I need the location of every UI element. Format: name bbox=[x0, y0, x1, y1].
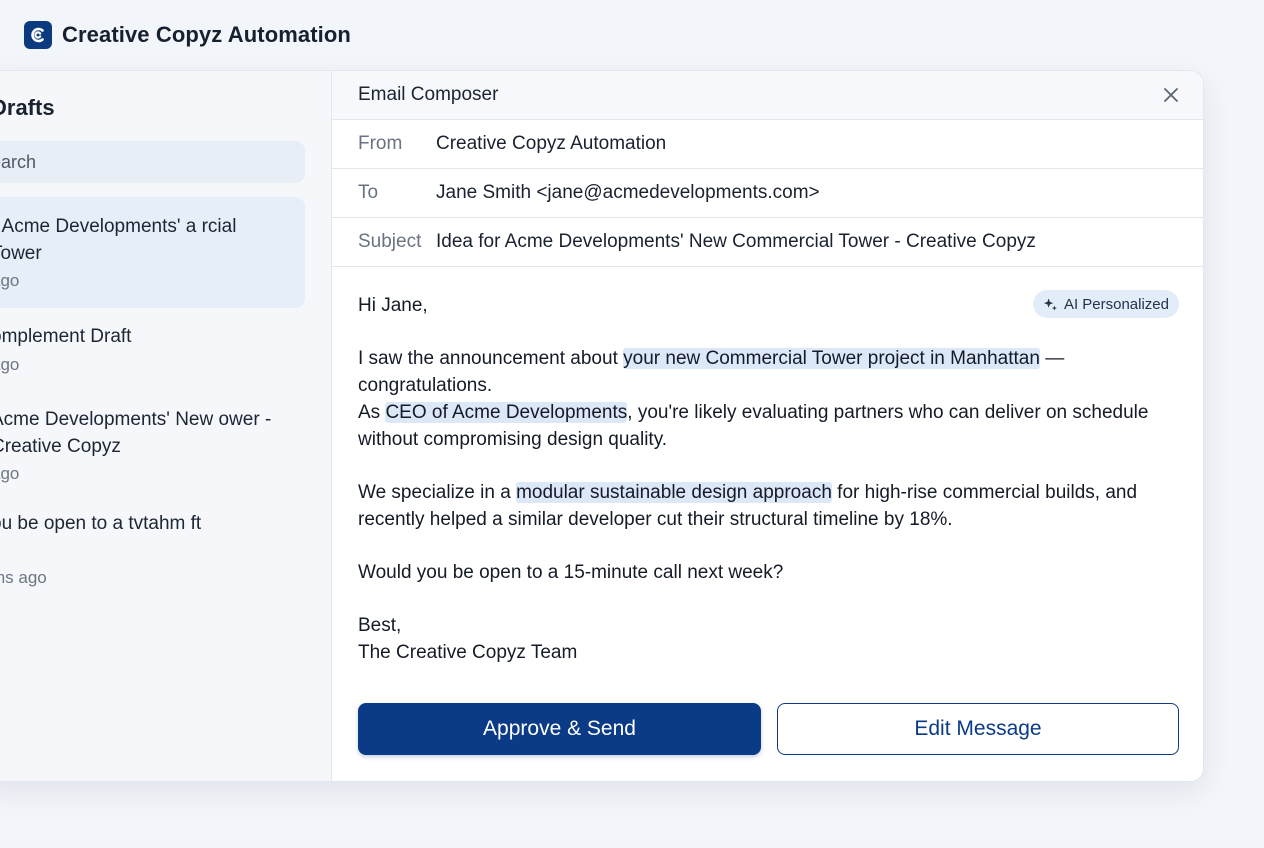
composer-header: Email Composer bbox=[332, 71, 1203, 120]
search-input[interactable] bbox=[0, 141, 305, 183]
subject-row: Subject Idea for Acme Developments' New … bbox=[332, 218, 1203, 267]
draft-title: Acme Developments' New ower - Creative C… bbox=[0, 409, 272, 457]
body-text: for high-rise commercial builds, and rec… bbox=[358, 481, 1138, 664]
from-value[interactable]: Creative Copyz Automation bbox=[436, 133, 666, 155]
body-text: I saw the announcement about bbox=[358, 348, 624, 370]
draft-item[interactable]: Acme Developments' New ower - Creative C… bbox=[0, 394, 305, 489]
main-card: Drafts r Acme Developments' a rcial Towe… bbox=[0, 70, 1204, 782]
draft-title: r Acme Developments' a rcial Tower bbox=[0, 216, 237, 264]
app-logo-icon bbox=[24, 21, 52, 49]
draft-item[interactable]: r Acme Developments' a rcial Tower ago bbox=[0, 197, 305, 308]
personalized-highlight: CEO of Acme Developments bbox=[385, 401, 628, 423]
to-field[interactable]: Jane Smith <jane@acmedevelopments.com> bbox=[436, 182, 820, 204]
draft-title: omplement Draft bbox=[0, 326, 132, 347]
email-body[interactable]: Hi Jane, I saw the announcement about yo… bbox=[358, 293, 1158, 667]
personalized-highlight: your new Commercial Tower project in Man… bbox=[623, 348, 1040, 370]
ai-personalized-badge: AI Personalized bbox=[1032, 290, 1179, 318]
email-composer: Email Composer From Creative Copyz Autom… bbox=[332, 71, 1203, 781]
to-row: To Jane Smith <jane@acmedevelopments.com… bbox=[332, 169, 1203, 218]
close-button[interactable] bbox=[1159, 83, 1183, 107]
sidebar-title: Drafts bbox=[0, 95, 55, 120]
ai-badge-label: AI Personalized bbox=[1063, 295, 1169, 313]
email-body-area: AI Personalized Hi Jane, I saw the annou… bbox=[332, 267, 1203, 682]
sparkle-icon bbox=[1043, 297, 1057, 310]
app-title: Creative Copyz Automation bbox=[62, 22, 351, 47]
draft-time: ago bbox=[0, 271, 20, 290]
from-row: From Creative Copyz Automation bbox=[332, 120, 1203, 169]
composer-title: Email Composer bbox=[358, 84, 499, 105]
close-icon bbox=[1164, 88, 1178, 102]
edit-message-button[interactable]: Edit Message bbox=[777, 703, 1179, 755]
from-label: From bbox=[358, 133, 403, 154]
draft-time: ths ago bbox=[0, 568, 47, 587]
drafts-sidebar: Drafts r Acme Developments' a rcial Towe… bbox=[0, 71, 332, 781]
draft-item[interactable]: ou be open to a tvtahm ft ths ago bbox=[0, 498, 305, 593]
app-header: Creative Copyz Automation bbox=[24, 20, 351, 50]
subject-field[interactable]: Idea for Acme Developments' New Commerci… bbox=[436, 231, 1036, 253]
personalized-highlight: modular sustainable design approach bbox=[516, 481, 832, 503]
draft-title: ou be open to a tvtahm ft bbox=[0, 513, 202, 534]
to-label: To bbox=[358, 182, 379, 203]
composer-actions: Approve & Send Edit Message bbox=[358, 703, 1179, 755]
draft-time: ago bbox=[0, 355, 20, 374]
draft-time: ago bbox=[0, 464, 20, 483]
draft-item[interactable]: omplement Draft ago bbox=[0, 311, 305, 381]
greeting: Hi Jane, bbox=[358, 295, 428, 316]
subject-label: Subject bbox=[358, 231, 422, 252]
approve-send-button[interactable]: Approve & Send bbox=[358, 703, 761, 755]
